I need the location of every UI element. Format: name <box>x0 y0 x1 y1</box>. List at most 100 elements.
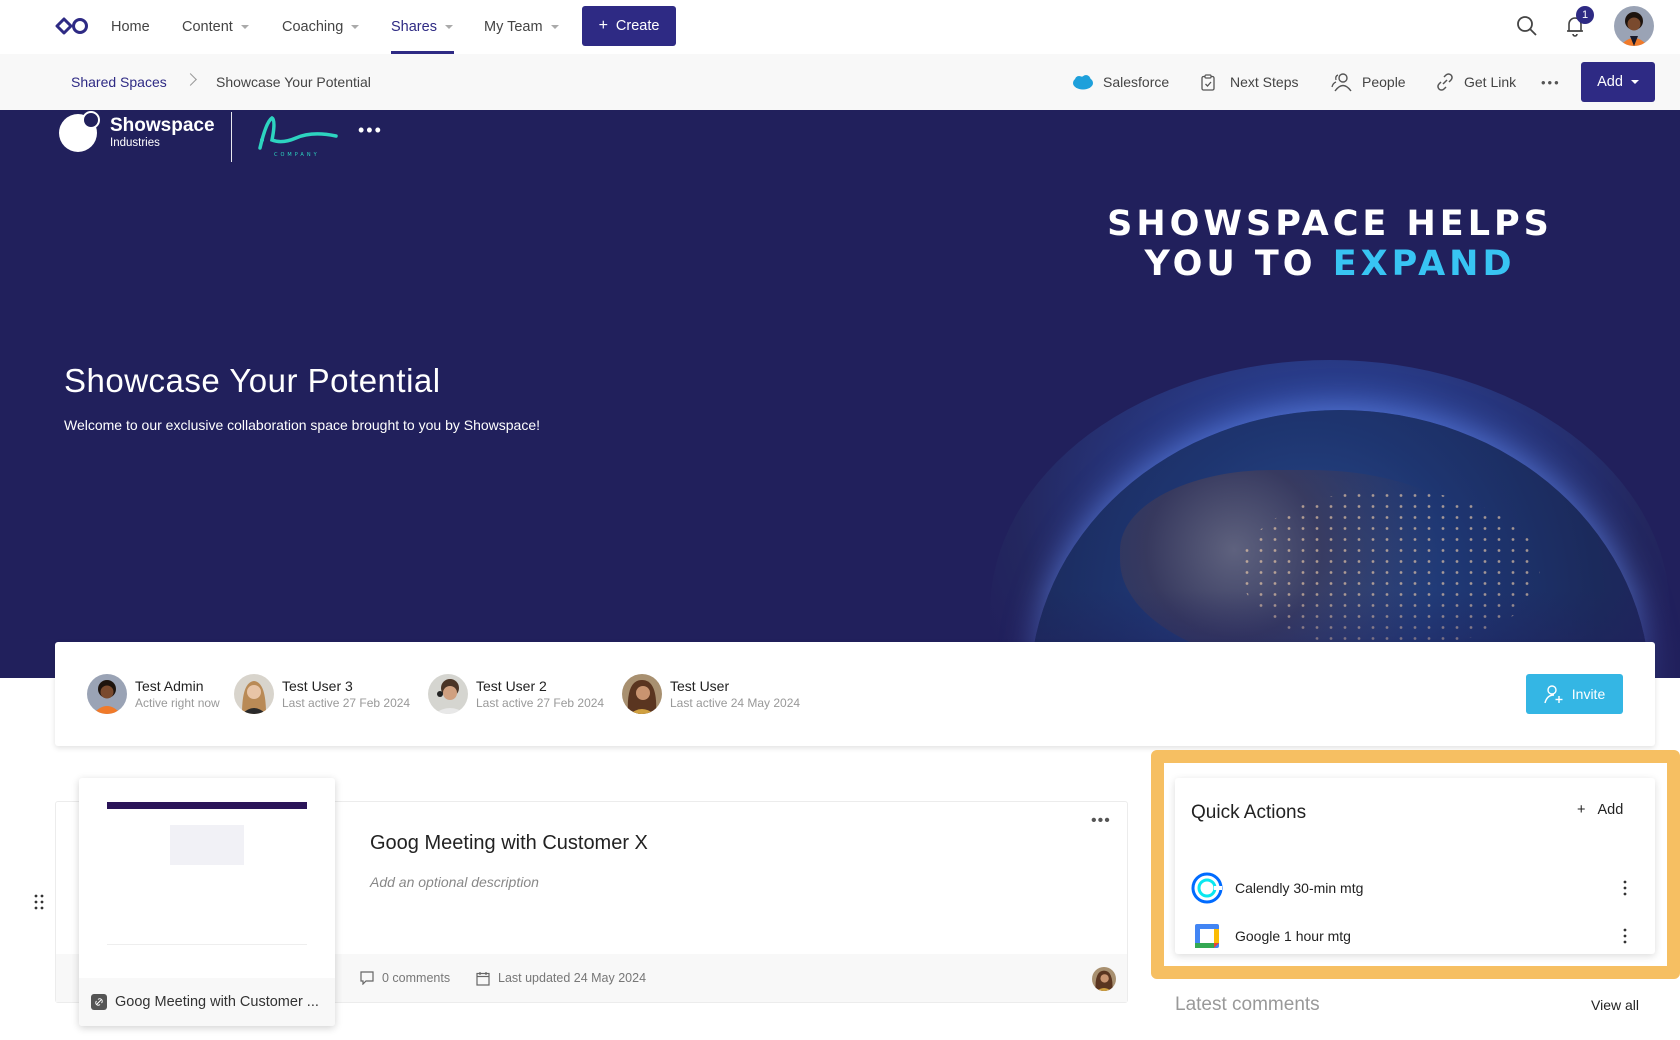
description-input[interactable]: Add an optional description <box>370 874 539 890</box>
nav-content[interactable]: Content <box>182 0 249 54</box>
showspace-logo-icon <box>59 111 100 152</box>
people-button[interactable]: People <box>1331 54 1406 110</box>
quick-action-item[interactable]: Google 1 hour mtg <box>1191 918 1639 954</box>
next-steps-button[interactable]: Next Steps <box>1201 54 1298 110</box>
member-status: Last active 27 Feb 2024 <box>476 695 605 710</box>
last-updated: Last updated 24 May 2024 <box>476 954 646 1002</box>
quick-action-label: Calendly 30-min mtg <box>1235 880 1364 896</box>
kebab-menu-icon[interactable] <box>1623 879 1627 897</box>
link-icon <box>1437 73 1453 91</box>
brand-more-button[interactable]: ••• <box>358 121 383 139</box>
hero-tagline: SHOWSPACE HELPS YOU TO EXPAND <box>1080 204 1580 284</box>
partner-company-logo-icon: COMPANY <box>258 115 338 158</box>
calendly-icon <box>1191 872 1223 904</box>
link-icon <box>91 994 107 1010</box>
chevron-right-icon <box>184 73 197 86</box>
member-status: Last active 24 May 2024 <box>670 695 801 710</box>
search-button[interactable] <box>1515 14 1539 38</box>
quick-action-item[interactable]: Calendly 30-min mtg <box>1191 870 1639 906</box>
people-label: People <box>1362 74 1406 90</box>
content-item-title[interactable]: Goog Meeting with Customer X <box>370 832 648 855</box>
salesforce-button[interactable]: Salesforce <box>1072 54 1169 110</box>
nav-my-team-label: My Team <box>484 19 543 35</box>
create-button[interactable]: + Create <box>582 6 676 46</box>
invite-label: Invite <box>1571 686 1606 702</box>
kebab-menu-icon[interactable] <box>1623 927 1627 945</box>
members-card: Test Admin Active right now Test User 3 La… <box>55 642 1655 746</box>
salesforce-label: Salesforce <box>1103 74 1170 90</box>
more-icon: ••• <box>1541 74 1561 90</box>
member-item[interactable]: Test User 3 Last active 27 Feb 2024 <box>234 674 410 714</box>
tagline-line1: SHOWSPACE HELPS <box>1107 204 1553 244</box>
member-item[interactable]: Test User Last active 24 May 2024 <box>622 674 800 714</box>
member-name: Test User 2 <box>476 677 547 694</box>
nav-home-label: Home <box>111 19 150 35</box>
brand-name: Showspace <box>110 115 215 136</box>
content-thumbnail[interactable]: Goog Meeting with Customer ... <box>79 778 335 1026</box>
tagline-highlight: EXPAND <box>1332 244 1516 284</box>
member-item[interactable]: Test Admin Active right now <box>87 674 220 714</box>
calendar-icon <box>476 971 490 986</box>
avatar-image <box>1614 6 1654 46</box>
comments-label: 0 comments <box>382 971 451 985</box>
notifications-button[interactable]: 1 <box>1564 6 1594 38</box>
member-name: Test Admin <box>135 677 204 694</box>
thumbnail-preview <box>107 802 307 950</box>
space-subtitle: Welcome to our exclusive collaboration s… <box>64 417 541 433</box>
member-name: Test User 3 <box>282 677 353 694</box>
breadcrumb-shared-spaces[interactable]: Shared Spaces <box>71 54 167 110</box>
comments-count[interactable]: 0 comments <box>360 954 450 1002</box>
svg-text:COMPANY: COMPANY <box>274 152 320 158</box>
nav-home[interactable]: Home <box>111 0 150 54</box>
brand-logo: Showspace Industries <box>59 111 215 152</box>
next-steps-label: Next Steps <box>1230 74 1299 90</box>
clipboard-check-icon <box>1201 73 1215 91</box>
quick-actions-title: Quick Actions <box>1191 802 1307 823</box>
breadcrumb-current: Showcase Your Potential <box>216 74 371 90</box>
nav-shares[interactable]: Shares <box>391 0 454 54</box>
nav-my-team[interactable]: My Team <box>484 0 559 54</box>
quick-action-label: Google 1 hour mtg <box>1235 928 1351 944</box>
more-options-button[interactable]: ••• <box>1541 54 1561 110</box>
nav-shares-label: Shares <box>391 19 437 35</box>
get-link-button[interactable]: Get Link <box>1435 54 1516 110</box>
comment-icon <box>360 971 374 985</box>
nav-coaching[interactable]: Coaching <box>282 0 360 54</box>
add-label: Add <box>1597 74 1623 90</box>
item-more-button[interactable]: ••• <box>1091 812 1111 830</box>
search-icon <box>1517 16 1537 36</box>
logo-divider <box>231 112 232 162</box>
chevron-down-icon <box>240 25 249 29</box>
last-updated-label: Last updated 24 May 2024 <box>498 971 647 985</box>
tagline-line2: YOU TO <box>1144 244 1317 284</box>
chevron-down-icon <box>351 25 360 29</box>
latest-comments-title: Latest comments <box>1175 994 1320 1015</box>
avatar <box>622 674 662 714</box>
quick-actions-add-button[interactable]: + Add <box>1577 802 1623 818</box>
chevron-down-icon <box>550 25 559 29</box>
nav-coaching-label: Coaching <box>282 19 344 35</box>
create-label: Create <box>615 18 660 34</box>
nav-content-label: Content <box>182 19 233 35</box>
salesforce-cloud-icon <box>1073 74 1093 89</box>
invite-button[interactable]: Invite <box>1526 674 1623 714</box>
chevron-down-icon <box>444 25 453 29</box>
chevron-down-icon <box>1630 80 1639 84</box>
view-all-link[interactable]: View all <box>1591 997 1639 1013</box>
plus-icon: + <box>598 17 608 34</box>
member-status: Last active 27 Feb 2024 <box>282 695 411 710</box>
plus-icon: + <box>1577 802 1586 818</box>
member-item[interactable]: Test User 2 Last active 27 Feb 2024 <box>428 674 604 714</box>
thumbnail-footer: Goog Meeting with Customer ... <box>79 978 335 1026</box>
member-status: Active right now <box>135 695 220 710</box>
user-avatar[interactable] <box>1614 6 1654 46</box>
infinity-logo-icon[interactable] <box>55 16 89 36</box>
avatar <box>87 674 127 714</box>
owner-avatar[interactable] <box>1092 967 1116 991</box>
get-link-label: Get Link <box>1464 74 1517 90</box>
space-title: Showcase Your Potential <box>64 362 441 399</box>
avatar <box>234 674 274 714</box>
add-dropdown-button[interactable]: Add <box>1581 62 1655 102</box>
drag-handle-icon[interactable] <box>34 894 44 910</box>
google-calendar-icon <box>1191 920 1223 952</box>
